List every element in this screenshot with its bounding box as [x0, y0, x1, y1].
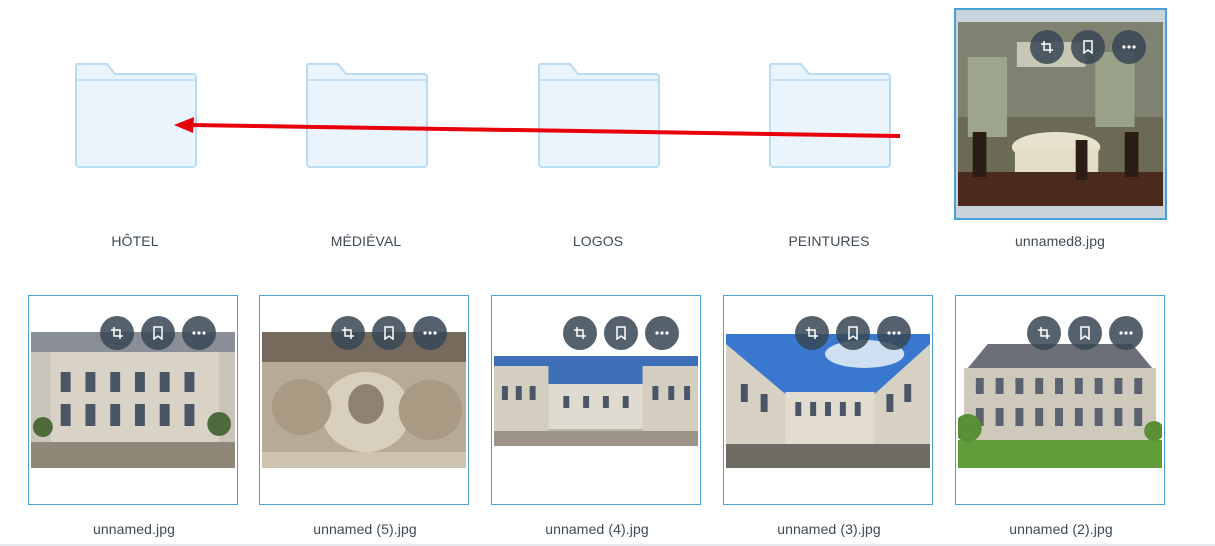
file-label: unnamed.jpg — [92, 521, 176, 537]
file-label: unnamed8.jpg — [1015, 233, 1105, 249]
file-card-unnamed-5[interactable] — [259, 295, 469, 505]
file-actions — [795, 316, 911, 350]
more-button[interactable] — [1109, 316, 1143, 350]
bookmark-button[interactable] — [1068, 316, 1102, 350]
file-card-unnamed-4[interactable] — [491, 295, 701, 505]
more-button[interactable] — [1112, 30, 1146, 64]
crop-button[interactable] — [563, 316, 597, 350]
crop-button[interactable] — [1030, 30, 1064, 64]
more-button[interactable] — [645, 316, 679, 350]
file-label: unnamed (2).jpg — [1009, 521, 1113, 537]
more-icon — [655, 331, 669, 335]
bookmark-icon — [1082, 40, 1094, 54]
more-icon — [192, 331, 206, 335]
crop-icon — [110, 326, 124, 340]
folder-icon — [538, 62, 660, 168]
file-actions — [1027, 316, 1143, 350]
folder-icon — [769, 62, 891, 168]
folder-label: PEINTURES — [788, 233, 870, 249]
image-thumbnail — [726, 334, 930, 468]
bookmark-button[interactable] — [141, 316, 175, 350]
file-card-unnamed8[interactable] — [954, 8, 1167, 220]
file-actions — [100, 316, 216, 350]
bookmark-button[interactable] — [604, 316, 638, 350]
crop-button[interactable] — [795, 316, 829, 350]
crop-icon — [805, 326, 819, 340]
more-icon — [423, 331, 437, 335]
folder-label: LOGOS — [572, 233, 624, 249]
folder-label: HÔTEL — [111, 233, 159, 249]
image-thumbnail — [494, 356, 698, 446]
bookmark-icon — [615, 326, 627, 340]
crop-icon — [341, 326, 355, 340]
file-label: unnamed (5).jpg — [313, 521, 417, 537]
file-label: unnamed (3).jpg — [777, 521, 881, 537]
crop-icon — [1040, 40, 1054, 54]
image-thumbnail — [958, 336, 1162, 468]
bookmark-icon — [847, 326, 859, 340]
bookmark-button[interactable] — [836, 316, 870, 350]
image-thumbnail — [31, 332, 235, 468]
file-card-unnamed-2[interactable] — [955, 295, 1165, 505]
folder-icon — [75, 62, 197, 168]
file-label: unnamed (4).jpg — [545, 521, 649, 537]
crop-icon — [1037, 326, 1051, 340]
more-icon — [887, 331, 901, 335]
folder-icon — [306, 62, 428, 168]
bookmark-icon — [1079, 326, 1091, 340]
crop-icon — [573, 326, 587, 340]
crop-button[interactable] — [100, 316, 134, 350]
folder-label: MÉDIÉVAL — [330, 233, 402, 249]
crop-button[interactable] — [331, 316, 365, 350]
bookmark-icon — [383, 326, 395, 340]
file-actions — [563, 316, 679, 350]
more-button[interactable] — [877, 316, 911, 350]
file-card-unnamed[interactable] — [28, 295, 238, 505]
more-button[interactable] — [413, 316, 447, 350]
bookmark-icon — [152, 326, 164, 340]
bookmark-button[interactable] — [1071, 30, 1105, 64]
file-actions — [331, 316, 447, 350]
file-actions — [1030, 30, 1146, 64]
image-thumbnail — [262, 332, 466, 468]
more-icon — [1122, 45, 1136, 49]
file-card-unnamed-3[interactable] — [723, 295, 933, 505]
bookmark-button[interactable] — [372, 316, 406, 350]
more-button[interactable] — [182, 316, 216, 350]
crop-button[interactable] — [1027, 316, 1061, 350]
more-icon — [1119, 331, 1133, 335]
